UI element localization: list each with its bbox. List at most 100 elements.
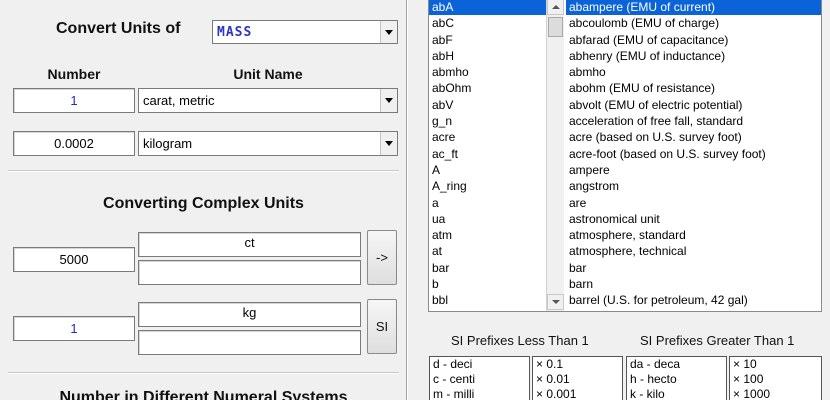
unit-name-item[interactable]: abmho (566, 64, 821, 80)
convert-units-title: Convert Units of (56, 20, 181, 37)
number-input-2[interactable]: 0.0002 (13, 131, 135, 156)
unit-name-item[interactable]: bar (566, 260, 821, 276)
unit-select-1-dropdown-button[interactable] (380, 89, 397, 112)
unit-select-2-dropdown-button[interactable] (380, 132, 397, 155)
unit-symbol-item[interactable]: abA (429, 0, 546, 16)
si-prefix-item: c - centi (433, 372, 476, 386)
si-button[interactable]: SI (367, 299, 397, 354)
unit-symbol-item[interactable]: atm (429, 227, 546, 243)
complex-unit-input-2[interactable]: kg (138, 302, 361, 327)
arrow-down-icon (551, 300, 560, 304)
unit-type-value: MASS (217, 24, 253, 40)
unit-symbol-item[interactable]: abOhm (429, 80, 546, 96)
unit-symbol-item[interactable]: b (429, 276, 546, 292)
unit-symbol-item[interactable]: A (429, 162, 546, 178)
section-divider-highlight (8, 171, 399, 172)
complex-number-input-1-value: 5000 (59, 252, 89, 267)
si-prefixes-less-title: SI Prefixes Less Than 1 (451, 333, 589, 348)
unit-symbol-item[interactable]: bbl (429, 292, 546, 308)
complex-units-title: Converting Complex Units (103, 195, 304, 212)
unit-list[interactable]: abA abC abF abH abmho abOhm abV g_n acre ac_ft A A_… (428, 0, 822, 312)
unit-name-item[interactable]: barn (566, 276, 821, 292)
unit-name-item[interactable]: acceleration of free fall, standard (566, 113, 821, 129)
si-factor-item: × 100 (733, 372, 764, 386)
si-factor-item: × 0.001 (536, 387, 577, 400)
unit-type-select[interactable]: MASS (212, 20, 398, 44)
scrollbar-thumb[interactable] (548, 17, 563, 37)
chevron-down-icon (385, 141, 393, 146)
arrow-up-icon (551, 5, 560, 9)
section-divider-highlight (8, 373, 399, 374)
si-factor-item: × 0.01 (536, 372, 570, 386)
si-prefixes-greater-title: SI Prefixes Greater Than 1 (640, 333, 795, 348)
reference-panel: abA abC abF abH abmho abOhm abV g_n acre ac_ft A A_… (408, 0, 830, 400)
complex-number-input-1[interactable]: 5000 (13, 247, 135, 272)
unit-name-item[interactable]: barrel (U.S. for petroleum, 42 gal) (566, 292, 821, 308)
unit-symbol-item[interactable]: A_ring (429, 178, 546, 194)
unit-name-item[interactable]: abcoulomb (EMU of charge) (566, 15, 821, 31)
si-factor-item: × 1000 (733, 387, 771, 400)
unit-symbol-item[interactable]: abmho (429, 64, 546, 80)
unit-name-column-header: Unit Name (233, 66, 303, 82)
complex-number-input-2-value: 1 (70, 321, 78, 336)
si-greater-prefix-box: da - deca h - hecto k - kilo (626, 356, 727, 400)
unit-symbol-item[interactable]: abV (429, 97, 546, 113)
unit-name-item[interactable]: abhenry (EMU of inductance) (566, 48, 821, 64)
numeral-systems-title: Number in Different Numeral Systems (59, 389, 348, 400)
scroll-down-button[interactable] (547, 294, 564, 310)
chevron-down-icon (385, 98, 393, 103)
unit-symbol-item[interactable]: acre (429, 129, 546, 145)
complex-number-input-2[interactable]: 1 (13, 316, 135, 341)
si-less-factor-box: × 0.1 × 0.01 × 0.001 (532, 356, 623, 400)
unit-name-item[interactable]: abohm (EMU of resistance) (566, 80, 821, 96)
number-column-header: Number (47, 66, 101, 82)
unit-symbol-item[interactable]: ac_ft (429, 146, 546, 162)
si-less-prefix-box: d - deci c - centi m - milli (429, 356, 530, 400)
number-input-1[interactable]: 1 (13, 88, 135, 113)
unit-name-item[interactable]: atmosphere, standard (566, 227, 821, 243)
unit-symbol-item[interactable]: at (429, 243, 546, 259)
unit-name-item[interactable]: abvolt (EMU of electric potential) (566, 97, 821, 113)
convert-arrow-button-label: -> (376, 250, 388, 265)
converter-panel: Convert Units of MASS Number Unit Name 1… (0, 0, 407, 400)
si-prefix-item: m - milli (433, 387, 475, 400)
unit-symbol-column: abA abC abF abH abmho abOhm abV g_n acre ac_ft A A_… (429, 0, 546, 311)
unit-type-dropdown-button[interactable] (380, 21, 397, 43)
unit-symbol-item[interactable]: ua (429, 211, 546, 227)
unit-symbol-item[interactable]: bar (429, 260, 546, 276)
si-button-label: SI (375, 319, 389, 334)
complex-unit-input-1-value: ct (244, 235, 255, 250)
unit-symbol-item[interactable]: g_n (429, 113, 546, 129)
unit-select-2-value: kilogram (143, 136, 193, 151)
unit-symbol-item[interactable]: abC (429, 15, 546, 31)
unit-name-item[interactable]: abampere (EMU of current) (566, 0, 821, 16)
complex-unit-input-1[interactable]: ct (138, 232, 361, 257)
unit-symbol-item[interactable]: abF (429, 32, 546, 48)
complex-unit-input-2b[interactable] (138, 330, 361, 355)
unit-symbol-item[interactable]: a (429, 195, 546, 211)
unit-name-item[interactable]: astronomical unit (566, 211, 821, 227)
unit-name-item[interactable]: atmosphere, technical (566, 243, 821, 259)
unit-name-item[interactable]: acre (based on U.S. survey foot) (566, 129, 821, 145)
unit-name-item[interactable]: acre-foot (based on U.S. survey foot) (566, 146, 821, 162)
complex-unit-input-1b[interactable] (138, 260, 361, 285)
si-factor-item: × 10 (733, 357, 757, 371)
unit-select-1[interactable]: carat, metric (138, 88, 398, 113)
unit-name-column: abampere (EMU of current) abcoulomb (EMU … (566, 0, 821, 311)
unit-name-item[interactable]: ampere (566, 162, 821, 178)
number-input-1-value: 1 (70, 93, 78, 108)
unit-name-item[interactable]: abfarad (EMU of capacitance) (566, 32, 821, 48)
symbol-scrollbar[interactable] (546, 0, 564, 311)
unit-name-item[interactable]: are (566, 195, 821, 211)
unit-name-item[interactable]: angstrom (566, 178, 821, 194)
chevron-down-icon (385, 29, 393, 35)
si-prefix-item: k - kilo (630, 387, 665, 400)
convert-arrow-button[interactable]: -> (367, 230, 397, 285)
si-greater-factor-box: × 10 × 100 × 1000 (729, 356, 822, 400)
unit-symbol-item[interactable]: abH (429, 48, 546, 64)
si-prefix-item: d - deci (433, 357, 473, 371)
complex-unit-input-2-value: kg (242, 305, 257, 320)
scroll-up-button[interactable] (547, 0, 564, 15)
unit-select-2[interactable]: kilogram (138, 131, 398, 156)
si-factor-item: × 0.1 (536, 357, 564, 371)
